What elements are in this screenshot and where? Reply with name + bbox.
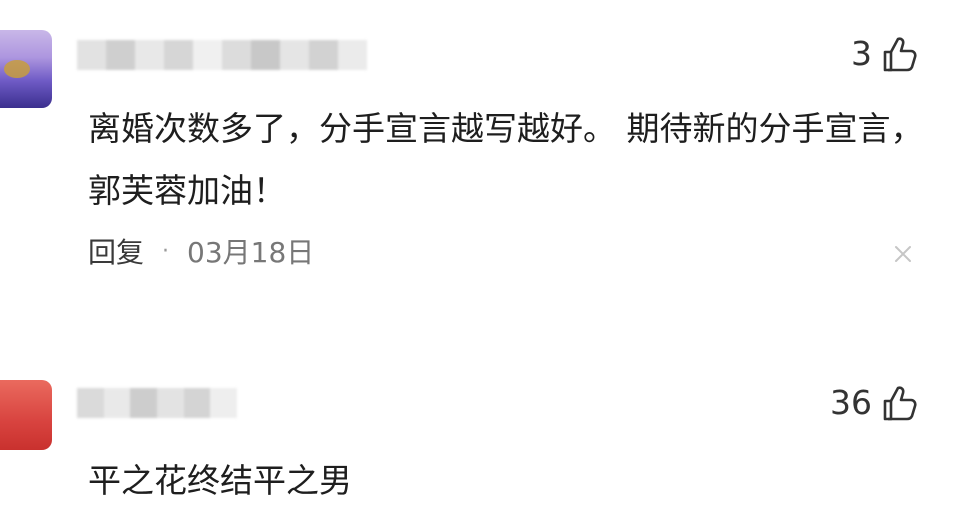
avatar[interactable] xyxy=(0,380,52,450)
username-blurred[interactable] xyxy=(77,40,367,70)
close-icon[interactable] xyxy=(892,243,914,265)
thumbs-up-icon[interactable] xyxy=(882,384,918,422)
like-count: 3 xyxy=(851,34,872,73)
like-count: 36 xyxy=(830,383,872,422)
reply-button[interactable]: 回复 xyxy=(88,231,144,271)
username-blurred[interactable] xyxy=(77,388,238,418)
avatar[interactable] xyxy=(0,30,52,108)
thumbs-up-icon[interactable] xyxy=(882,35,918,73)
comment-meta: 回复 · 03月18日 xyxy=(88,231,314,271)
like-control[interactable]: 36 xyxy=(830,383,918,422)
separator-dot: · xyxy=(162,238,170,264)
comment-date: 03月18日 xyxy=(187,236,315,269)
comment-text: 平之花终结平之男 xyxy=(88,461,352,500)
like-control[interactable]: 3 xyxy=(851,34,918,73)
comment-text: 离婚次数多了，分手宣言越写越好。 期待新的分手宣言， 郭芙蓉加油！ xyxy=(88,109,924,210)
